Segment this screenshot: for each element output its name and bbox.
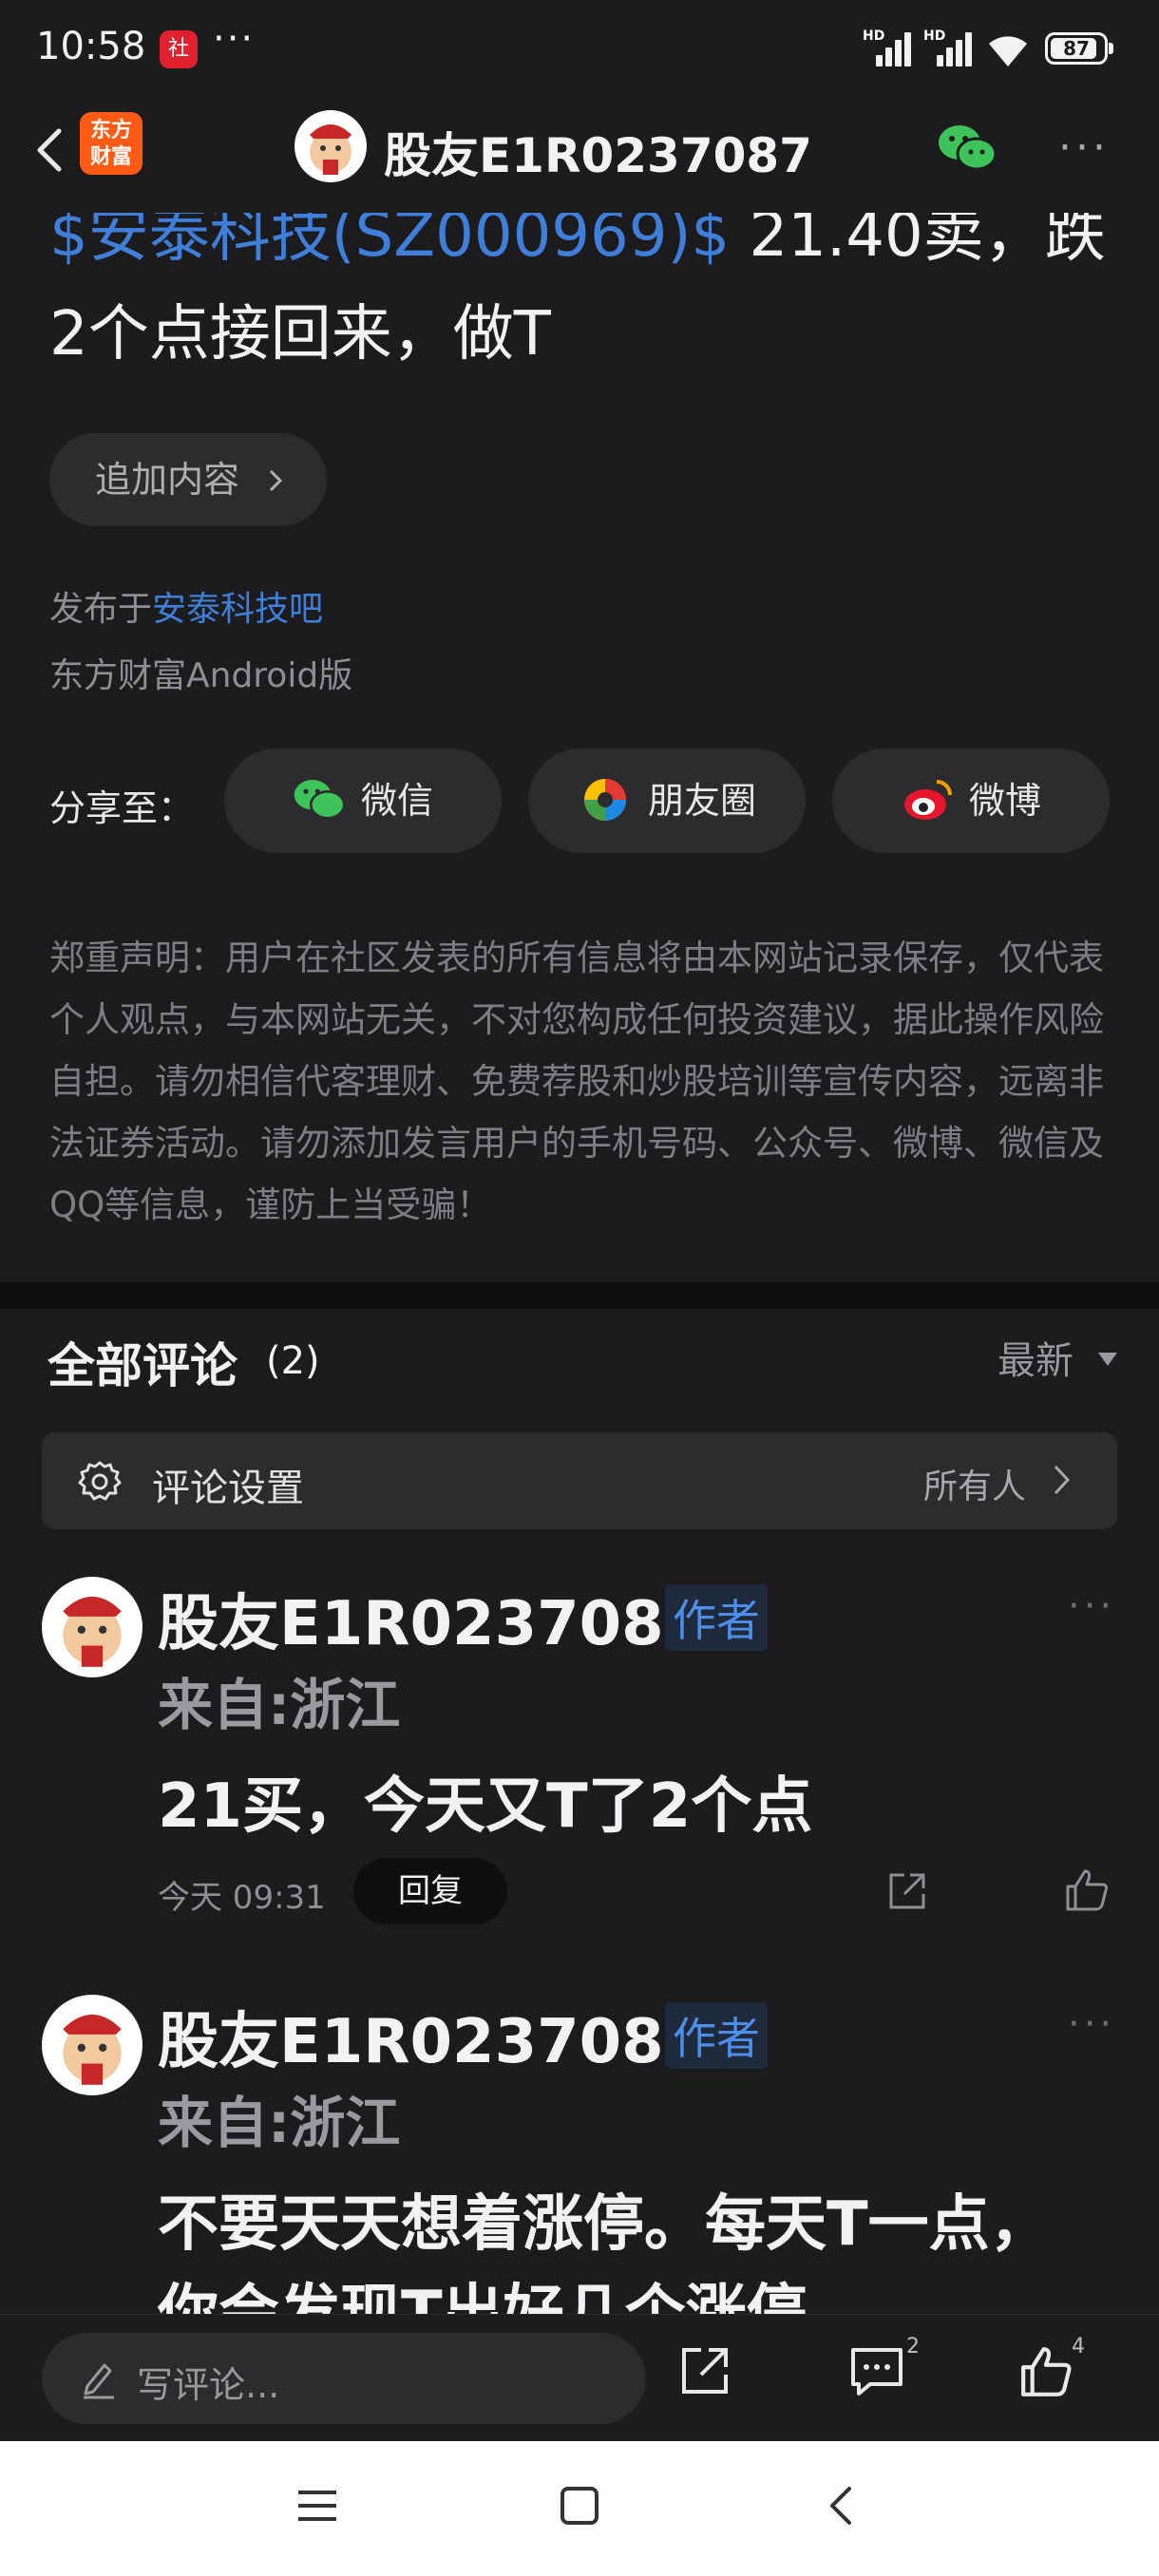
nav-title[interactable]: 股友E1R0237087 — [384, 118, 812, 186]
share-wechat-label: 微信 — [361, 780, 434, 822]
disclaimer: 郑重声明：用户在社区发表的所有信息将由本网站记录保存，仅代表个人观点，与本网站无… — [49, 938, 1104, 1225]
published-prefix: 发布于 — [49, 590, 153, 629]
battery-nub — [1109, 43, 1113, 54]
gear-icon — [78, 1461, 122, 1501]
wechat-icon[interactable] — [937, 122, 998, 175]
comment-item: 股友E1R0237087 作者 ··· 来自:浙江 21买，今天又T了2个点 今… — [0, 1577, 1159, 1938]
hd-signal-icon: HD — [863, 28, 912, 66]
app-logo[interactable]: 东方 财富 — [80, 112, 142, 175]
comment-item: 股友E1R0237087 作者 ··· 来自:浙江 不要天天想着涨停。每天T一点… — [0, 1995, 1159, 2318]
post-text-line2: 2个点接回来，做T — [49, 299, 551, 369]
comments-count: (2) — [266, 1339, 320, 1383]
like-count: 4 — [1072, 2335, 1085, 2358]
comment-more-icon[interactable]: ··· — [1068, 2002, 1115, 2046]
author-badge: 作者 — [665, 2002, 768, 2069]
post-client: 东方财富Android版 — [49, 656, 353, 695]
system-nav-bar — [0, 2441, 1159, 2576]
comments-title: 全部评论 — [48, 1338, 238, 1393]
comment-location: 来自:浙江 — [158, 2091, 401, 2155]
share-label: 分享至： — [49, 787, 195, 829]
comment-input-placeholder: 写评论... — [137, 2364, 280, 2406]
append-content-label: 追加内容 — [95, 459, 240, 501]
sort-dropdown[interactable]: 最新 — [998, 1330, 1074, 1385]
share-weibo-button[interactable]: 微博 — [832, 748, 1110, 853]
comment-input[interactable]: 写评论... — [42, 2333, 646, 2424]
share-icon[interactable] — [676, 2342, 733, 2399]
section-divider — [0, 1282, 1159, 1309]
comment-more-icon[interactable]: ··· — [1068, 1584, 1115, 1628]
hd-signal-icon: HD — [923, 28, 973, 66]
share-wechat-button[interactable]: 微信 — [224, 748, 502, 853]
battery-level: 87 — [1063, 37, 1090, 60]
comment-text: 不要天天想着涨停。每天T一点， — [158, 2189, 1051, 2260]
reply-button[interactable]: 回复 — [353, 1858, 507, 1924]
notification-app-icon: 社 — [160, 30, 198, 68]
comment-settings-value: 所有人 — [923, 1468, 1027, 1506]
share-moments-label: 朋友圈 — [648, 780, 757, 822]
comment-settings-label: 评论设置 — [152, 1467, 304, 1510]
status-time: 10:58 — [36, 25, 146, 68]
caret-down-icon[interactable] — [1098, 1353, 1117, 1366]
comment-settings-row[interactable]: 评论设置 所有人 — [42, 1432, 1117, 1529]
author-avatar[interactable] — [294, 110, 367, 182]
wechat-icon — [294, 780, 346, 820]
weibo-icon — [904, 780, 952, 820]
share-moments-button[interactable]: 朋友圈 — [528, 748, 806, 853]
moments-icon — [584, 779, 626, 821]
stock-bar-link[interactable]: 安泰科技吧 — [152, 590, 323, 629]
comment-author[interactable]: 股友E1R0237087 — [158, 1995, 706, 2080]
more-options-icon[interactable]: ··· — [1058, 123, 1110, 172]
share-icon[interactable] — [884, 1867, 931, 1915]
comment-author[interactable]: 股友E1R0237087 — [158, 1575, 706, 1662]
comment-avatar[interactable] — [42, 1577, 142, 1677]
back-icon[interactable] — [819, 2483, 864, 2529]
comment-text-line2: 你会发现T出好几个涨停 — [158, 2279, 808, 2318]
app-logo-line2: 财富 — [89, 145, 132, 169]
published-in: 发布于安泰科技吧 — [49, 581, 323, 631]
status-more-icon: ··· — [213, 17, 256, 61]
comment-location: 来自:浙江 — [158, 1673, 401, 1737]
chevron-right-icon — [1054, 1465, 1071, 1495]
append-content-button[interactable]: 追加内容 — [49, 433, 327, 526]
app-logo-line1: 东方 — [89, 119, 132, 142]
share-weibo-label: 微博 — [969, 780, 1042, 822]
thumbs-up-icon[interactable] — [1016, 2342, 1075, 2401]
thumbs-up-icon[interactable] — [1062, 1866, 1112, 1915]
wifi-icon — [989, 36, 1027, 66]
pen-icon — [84, 2363, 114, 2399]
author-badge: 作者 — [665, 1584, 768, 1651]
back-arrow-icon[interactable] — [21, 120, 82, 180]
comment-count: 2 — [906, 2335, 920, 2358]
comment-icon[interactable] — [847, 2342, 906, 2399]
home-icon[interactable] — [557, 2483, 602, 2529]
comment-time: 今天 09:31 — [158, 1879, 326, 1917]
battery-icon: 87 — [1045, 32, 1108, 65]
chevron-right-icon — [269, 469, 283, 492]
comment-text: 21买，今天又T了2个点 — [158, 1771, 813, 1842]
menu-icon[interactable] — [294, 2483, 340, 2529]
comment-avatar[interactable] — [42, 1995, 142, 2095]
